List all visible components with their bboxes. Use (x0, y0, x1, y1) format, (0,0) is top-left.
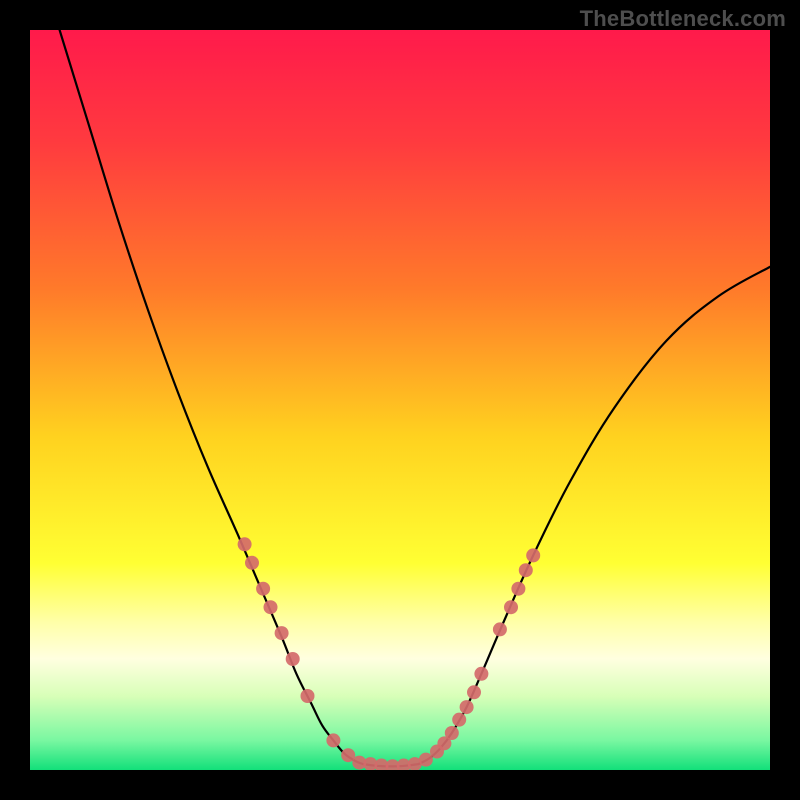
chart-stage: TheBottleneck.com (0, 0, 800, 800)
data-marker (474, 667, 488, 681)
data-marker (286, 652, 300, 666)
data-marker (301, 689, 315, 703)
data-marker (467, 685, 481, 699)
data-marker (519, 563, 533, 577)
data-marker (511, 582, 525, 596)
data-marker (504, 600, 518, 614)
data-marker (526, 548, 540, 562)
data-marker (452, 713, 466, 727)
data-marker (493, 622, 507, 636)
gradient-background (30, 30, 770, 770)
data-marker (238, 537, 252, 551)
bottleneck-plot (30, 30, 770, 770)
data-marker (256, 582, 270, 596)
data-marker (245, 556, 259, 570)
plot-area (30, 30, 770, 770)
data-marker (264, 600, 278, 614)
data-marker (445, 726, 459, 740)
data-marker (326, 733, 340, 747)
data-marker (275, 626, 289, 640)
data-marker (460, 700, 474, 714)
watermark-text: TheBottleneck.com (580, 6, 786, 32)
